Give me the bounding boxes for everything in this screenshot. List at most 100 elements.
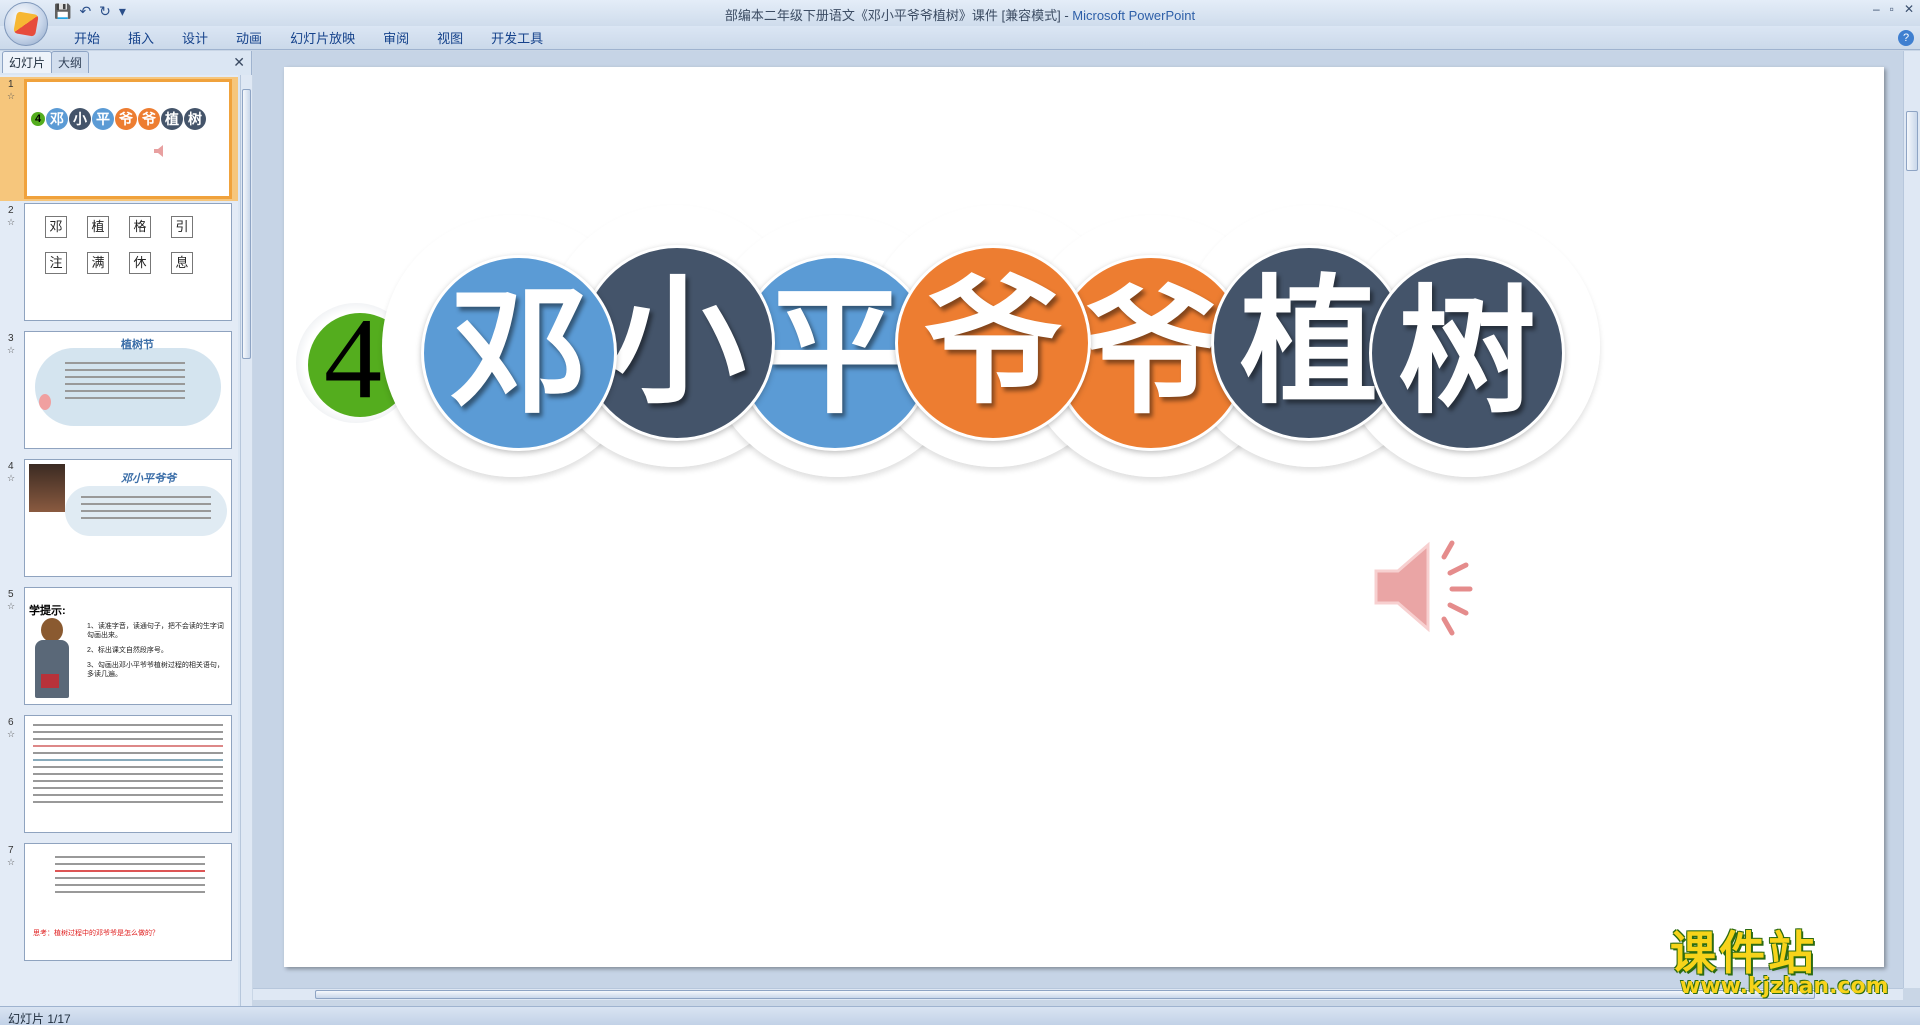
minimize-button[interactable]: –: [1873, 2, 1880, 16]
slide-thumbnail-2[interactable]: 2 ☆ 邓 植 格 引 注 满 休 息: [0, 203, 238, 325]
title-char: 爷: [923, 262, 1062, 423]
restore-button[interactable]: ▫: [1890, 2, 1894, 16]
thumbnail-frame: 邓小平爷爷: [24, 459, 232, 577]
thumb-title: 植树节: [121, 339, 154, 351]
thumbnail-frame: 思考：植树过程中的邓爷爷是怎么做的？: [24, 843, 232, 961]
watermark-url: www.kjzhan.com: [1680, 974, 1889, 999]
title-char: 树: [1397, 272, 1536, 433]
watermark-title: 课件站: [1670, 926, 1817, 980]
tab-animations[interactable]: 动画: [222, 30, 276, 48]
thumbnail-scrollbar[interactable]: [240, 75, 252, 1006]
thumb-text-lines: [65, 362, 185, 404]
slide-thumbnail-3[interactable]: 3 ☆ 植树节: [0, 331, 238, 453]
slide-number: 1: [8, 79, 14, 90]
thumb-title-char: 小: [69, 108, 91, 130]
thumbnail-frame: 4 邓 小 平 爷 爷 植 树: [24, 79, 232, 199]
tab-design[interactable]: 设计: [168, 30, 222, 48]
thumb-title-row: 4 邓 小 平 爷 爷 植 树: [31, 108, 207, 130]
tab-view[interactable]: 视图: [423, 30, 477, 48]
scrollbar-thumb[interactable]: [315, 990, 1815, 999]
window-title: 部编本二年级下册语文《邓小平爷爷植树》课件 [兼容模式] - Microsoft…: [0, 5, 1920, 24]
scrollbar-thumb[interactable]: [1906, 111, 1918, 171]
tab-insert[interactable]: 插入: [114, 30, 168, 48]
ribbon: 开始 插入 设计 动画 幻灯片放映 审阅 视图 开发工具 ?: [0, 26, 1920, 50]
tab-slides[interactable]: 幻灯片: [2, 51, 53, 73]
thumb-tip-item: 3、勾画出邓小平爷爷植树过程的相关语句，多读几遍。: [87, 662, 224, 678]
slide-counter: 幻灯片 1/17: [8, 1012, 71, 1025]
title-char: 爷: [1081, 272, 1220, 433]
vertical-scrollbar[interactable]: [1903, 51, 1920, 988]
thumb-title-char: 爷: [115, 108, 137, 130]
slide-number: 5: [8, 589, 14, 600]
office-button[interactable]: [4, 2, 48, 46]
animation-star-icon: ☆: [7, 473, 16, 483]
thumb-speaker-icon: [154, 145, 163, 157]
tab-home[interactable]: 开始: [60, 30, 114, 48]
title-char-circle: 爷: [895, 245, 1091, 441]
watermark-logo: 课件站 www.kjzhan.com: [1660, 926, 1900, 999]
slides-panel: 幻灯片 大纲 ✕ 1 ☆ 4 邓 小 平 爷 爷 植 树 2 ☆ 邓 植 格 引…: [0, 51, 252, 1006]
thumb-tip-item: 1、读准字音，读通句子，把不会读的生字词勾画出来。: [87, 623, 224, 639]
tab-developer[interactable]: 开发工具: [477, 30, 557, 48]
thumb-char-grid: 邓 植 格 引 注 满 休 息: [45, 216, 193, 274]
title-bar: 💾 ↶ ↻ ▾ 部编本二年级下册语文《邓小平爷爷植树》课件 [兼容模式] - M…: [0, 0, 1920, 46]
thumbnail-frame: 学提示: 1、读准字音，读通句子，把不会读的生字词勾画出来。 2、标出课文自然段…: [24, 587, 232, 705]
slide-thumbnail-4[interactable]: 4 ☆ 邓小平爷爷: [0, 459, 238, 581]
app-name: Microsoft PowerPoint: [1072, 8, 1196, 23]
thumb-balloon-icon: [39, 394, 51, 410]
slide-canvas[interactable]: 4 邓 小 平 爷 爷 植 树: [284, 67, 1884, 967]
tab-slideshow[interactable]: 幻灯片放映: [276, 30, 369, 48]
animation-star-icon: ☆: [7, 857, 16, 867]
slide-thumbnail-6[interactable]: 6 ☆: [0, 715, 238, 837]
ribbon-tabs: 开始 插入 设计 动画 幻灯片放映 审阅 视图 开发工具: [60, 30, 557, 48]
thumb-title-char: 植: [161, 108, 183, 130]
title-char: 邓: [449, 272, 588, 433]
slide-thumbnail-5[interactable]: 5 ☆ 学提示: 1、读准字音，读通句子，把不会读的生字词勾画出来。 2、标出课…: [0, 587, 238, 709]
title-char: 小: [607, 262, 746, 423]
document-title: 部编本二年级下册语文《邓小平爷爷植树》课件 [兼容模式] -: [724, 8, 1073, 23]
thumb-text-lines: [81, 496, 211, 524]
panel-close-icon[interactable]: ✕: [233, 54, 245, 71]
slide-workspace: 4 邓 小 平 爷 爷 植 树: [253, 51, 1903, 988]
scrollbar-thumb[interactable]: [242, 89, 251, 359]
thumb-title-char: 树: [184, 108, 206, 130]
animation-star-icon: ☆: [7, 601, 16, 611]
status-bar: 幻灯片 1/17: [0, 1006, 1920, 1025]
help-icon[interactable]: ?: [1898, 30, 1914, 46]
speaker-icon[interactable]: [1372, 537, 1482, 637]
animation-star-icon: ☆: [7, 217, 16, 227]
lesson-number: 4: [324, 295, 382, 423]
thumb-char-box: 植: [87, 216, 109, 238]
slide-thumbnail-1[interactable]: 1 ☆ 4 邓 小 平 爷 爷 植 树: [0, 77, 238, 201]
title-char-circle: 邓: [421, 255, 617, 451]
thumb-text-lines: [33, 724, 223, 808]
title-char: 平: [765, 272, 904, 433]
thumb-footer-text: 思考：植树过程中的邓爷爷是怎么做的？: [33, 930, 159, 937]
thumb-char-box: 注: [45, 252, 67, 274]
office-logo-icon: [13, 11, 39, 37]
thumb-char-box: 格: [129, 216, 151, 238]
thumb-title: 邓小平爷爷: [121, 473, 176, 485]
thumb-portrait-image: [29, 464, 65, 512]
tab-outline[interactable]: 大纲: [51, 51, 90, 73]
thumb-title-char: 爷: [138, 108, 160, 130]
slide-thumbnail-7[interactable]: 7 ☆ 思考：植树过程中的邓爷爷是怎么做的？: [0, 843, 238, 965]
title-char: 植: [1239, 262, 1378, 423]
animation-star-icon: ☆: [7, 729, 16, 739]
thumb-title-char: 邓: [46, 108, 68, 130]
thumbnail-frame: [24, 715, 232, 833]
slide-number: 7: [8, 845, 14, 856]
thumb-char-box: 满: [87, 252, 109, 274]
animation-star-icon: ☆: [7, 345, 16, 355]
horizontal-scrollbar[interactable]: [253, 988, 1903, 1000]
thumb-tip-item: 2、标出课文自然段序号。: [87, 647, 168, 654]
close-button[interactable]: ✕: [1904, 2, 1914, 16]
panel-tabs: 幻灯片 大纲: [0, 51, 252, 73]
thumb-char-box: 息: [171, 252, 193, 274]
tab-review[interactable]: 审阅: [369, 30, 423, 48]
thumb-title-char: 平: [92, 108, 114, 130]
thumbnail-frame: 邓 植 格 引 注 满 休 息: [24, 203, 232, 321]
thumb-char-box: 引: [171, 216, 193, 238]
thumbnail-frame: 植树节: [24, 331, 232, 449]
animation-star-icon: ☆: [7, 91, 16, 101]
